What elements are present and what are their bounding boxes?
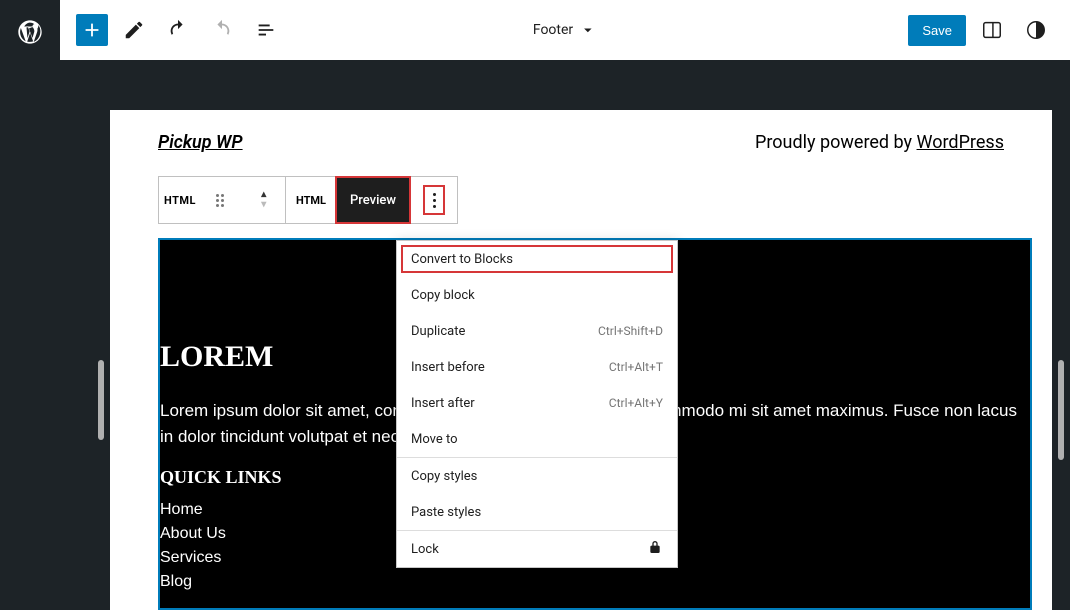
preview-tab[interactable]: Preview bbox=[336, 177, 410, 223]
scrollbar-left[interactable] bbox=[98, 360, 104, 440]
block-options-button[interactable] bbox=[411, 177, 457, 223]
undo-button[interactable] bbox=[160, 12, 196, 48]
editor-canvas: Pickup WP Proudly powered by WordPress H… bbox=[110, 110, 1052, 610]
editor-canvas-wrap: Pickup WP Proudly powered by WordPress H… bbox=[60, 60, 1070, 610]
move-arrows[interactable]: ▴▾ bbox=[243, 177, 285, 223]
settings-panel-button[interactable] bbox=[974, 12, 1010, 48]
block-options-menu: Convert to Blocks Copy block Duplicate C… bbox=[396, 240, 678, 568]
template-selector[interactable]: Footer bbox=[533, 21, 597, 39]
menu-convert-to-blocks[interactable]: Convert to Blocks bbox=[397, 241, 677, 277]
block-type-icon[interactable]: HTML bbox=[159, 177, 201, 223]
wordpress-logo-icon[interactable] bbox=[16, 18, 44, 50]
menu-insert-before[interactable]: Insert before Ctrl+Alt+T bbox=[397, 349, 677, 385]
styles-button[interactable] bbox=[1018, 12, 1054, 48]
menu-copy-styles[interactable]: Copy styles bbox=[397, 458, 677, 494]
menu-duplicate[interactable]: Duplicate Ctrl+Shift+D bbox=[397, 313, 677, 349]
wordpress-link[interactable]: WordPress bbox=[917, 132, 1004, 153]
main-area: Footer Save Pickup WP Proud bbox=[60, 0, 1070, 610]
menu-copy-block[interactable]: Copy block bbox=[397, 277, 677, 313]
lock-icon bbox=[647, 539, 663, 559]
more-vertical-icon bbox=[433, 193, 436, 208]
block-type-segment: HTML ▴▾ bbox=[159, 177, 286, 223]
menu-paste-styles[interactable]: Paste styles bbox=[397, 494, 677, 530]
block-mode-segment: HTML Preview bbox=[286, 177, 411, 223]
menu-move-to[interactable]: Move to bbox=[397, 421, 677, 457]
template-name: Footer bbox=[533, 22, 573, 38]
scrollbar-right[interactable] bbox=[1058, 360, 1064, 460]
toolbar-left-group bbox=[76, 12, 284, 48]
drag-handle[interactable] bbox=[201, 177, 243, 223]
list-item: Blog bbox=[160, 570, 1030, 594]
chevron-down-icon bbox=[579, 21, 597, 39]
top-toolbar: Footer Save bbox=[60, 0, 1070, 60]
menu-insert-after[interactable]: Insert after Ctrl+Alt+Y bbox=[397, 385, 677, 421]
html-tab[interactable]: HTML bbox=[286, 177, 336, 223]
powered-by-text: Proudly powered by WordPress bbox=[755, 132, 1004, 153]
redo-button[interactable] bbox=[204, 12, 240, 48]
toolbar-right-group: Save bbox=[908, 12, 1054, 48]
admin-sidebar bbox=[0, 0, 60, 610]
save-button[interactable]: Save bbox=[908, 15, 966, 46]
site-title-link[interactable]: Pickup WP bbox=[158, 132, 243, 153]
app-root: Footer Save Pickup WP Proud bbox=[0, 0, 1070, 610]
tools-button[interactable] bbox=[116, 12, 152, 48]
block-toolbar: HTML ▴▾ HTML Preview bbox=[158, 176, 458, 224]
add-block-button[interactable] bbox=[76, 14, 108, 46]
footer-template-header: Pickup WP Proudly powered by WordPress bbox=[110, 110, 1052, 153]
menu-lock[interactable]: Lock bbox=[397, 531, 677, 567]
list-view-button[interactable] bbox=[248, 12, 284, 48]
